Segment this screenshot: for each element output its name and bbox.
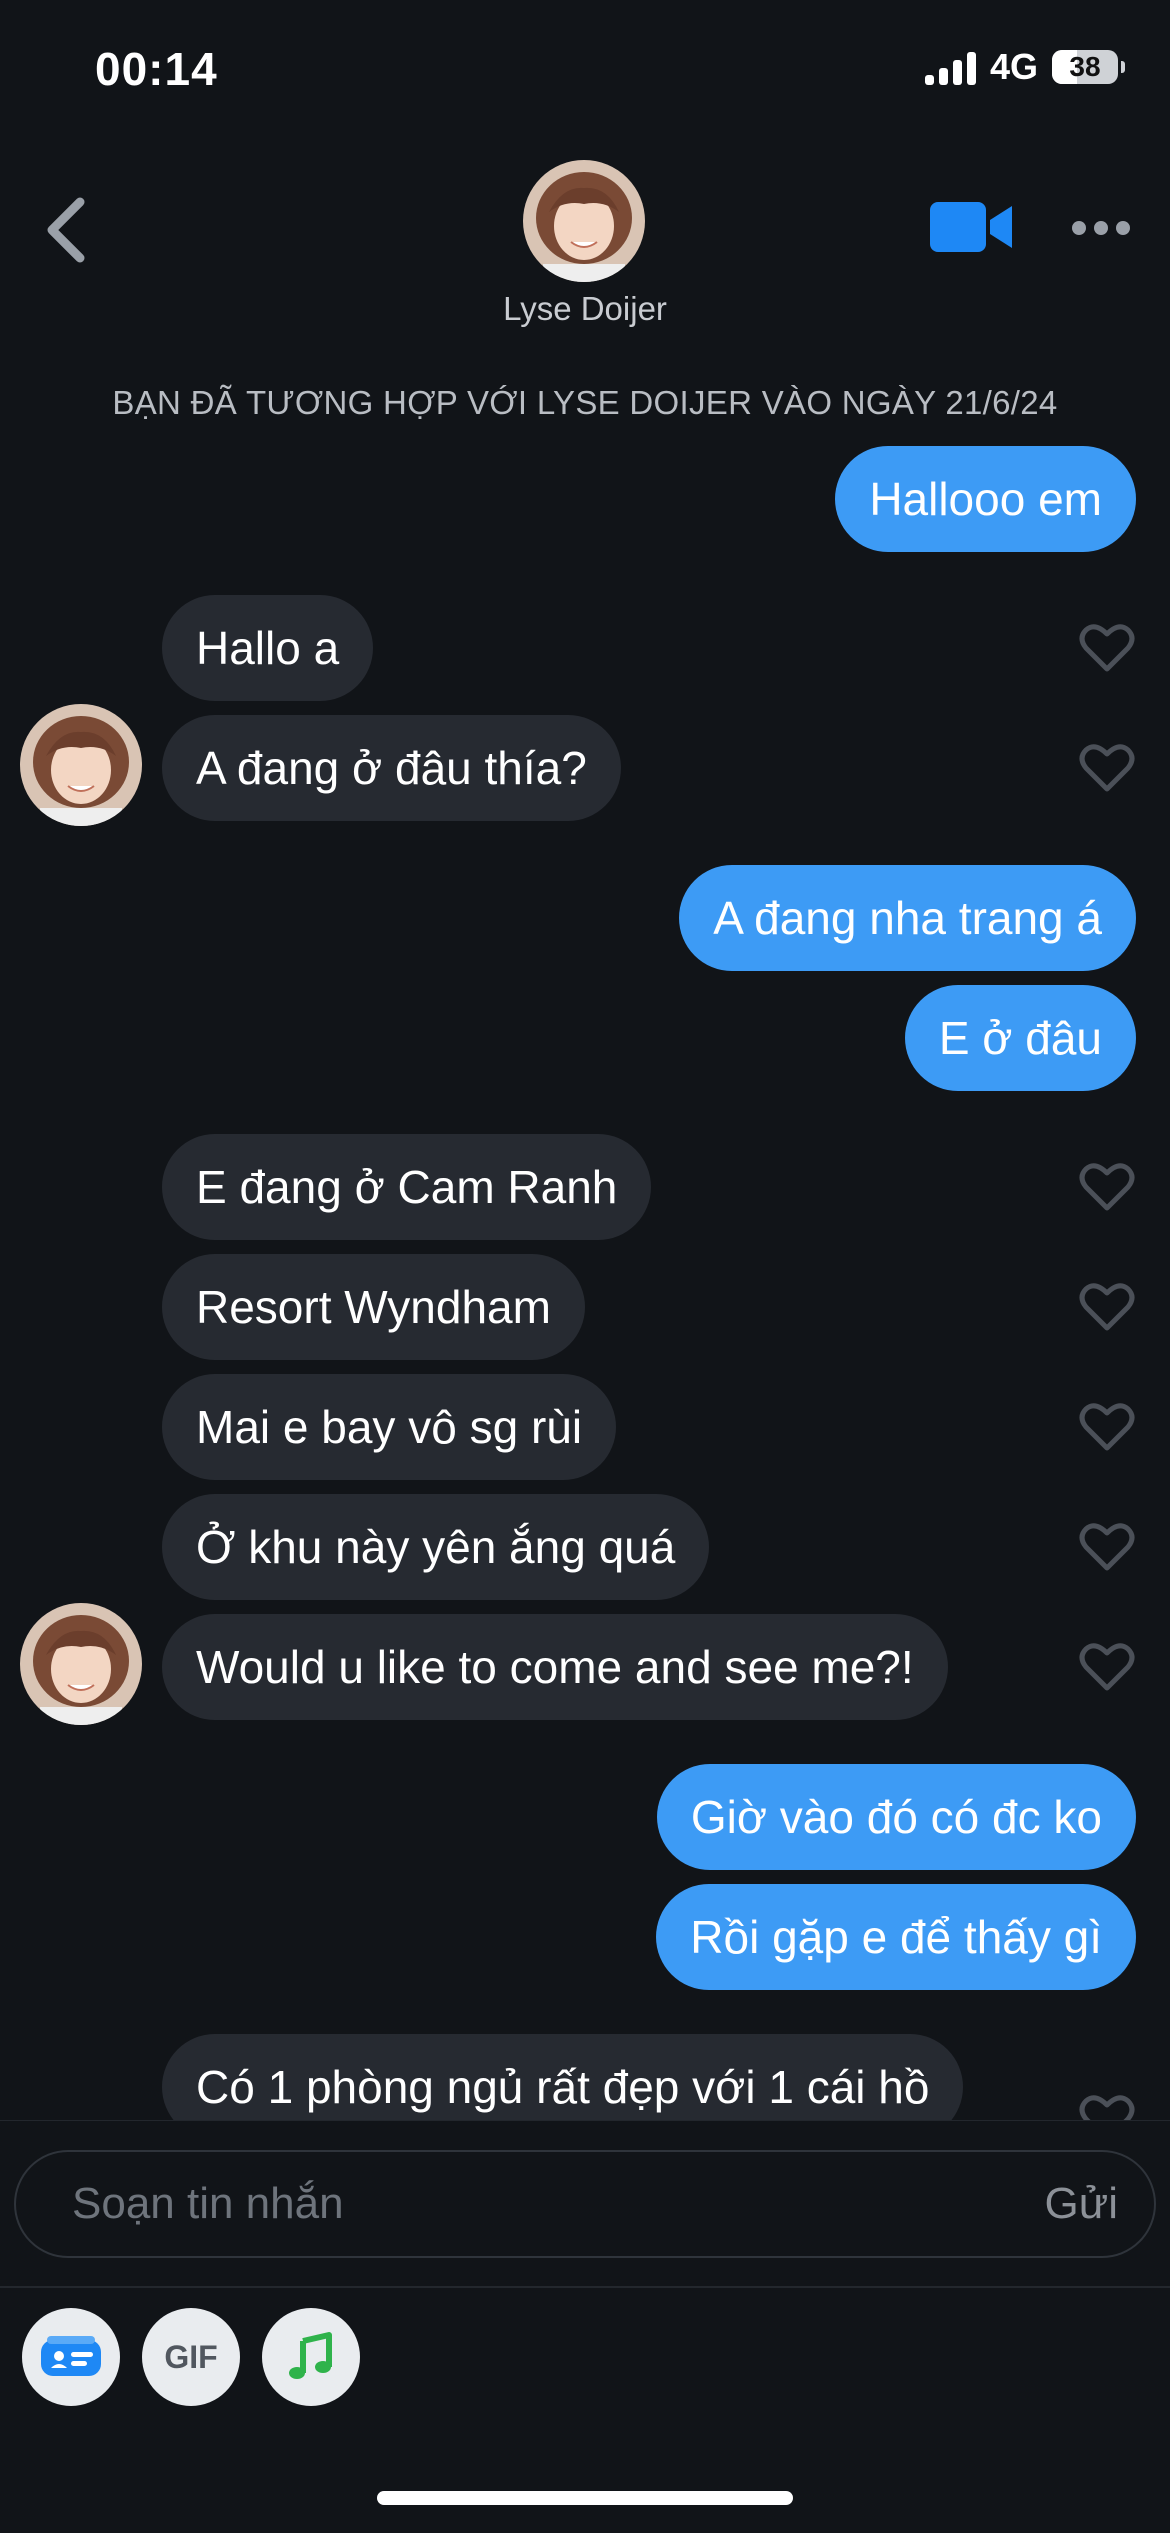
network-label: 4G: [989, 46, 1038, 87]
like-heart-icon[interactable]: [1078, 619, 1136, 677]
like-heart-icon[interactable]: [1078, 1518, 1136, 1576]
message-received[interactable]: A đang ở đâu thía?: [162, 715, 621, 821]
contact-name: Lyse Doijer: [503, 290, 667, 327]
home-indicator[interactable]: [377, 2491, 793, 2505]
message-sent[interactable]: Hallooo em: [835, 446, 1136, 552]
like-heart-icon[interactable]: [1078, 739, 1136, 797]
message-sent[interactable]: A đang nha trang á: [679, 865, 1136, 971]
gif-label: GIF: [164, 2338, 218, 2375]
more-icon[interactable]: [1072, 208, 1134, 248]
message-composer: Gửi: [14, 2150, 1156, 2258]
like-heart-icon[interactable]: [1078, 1638, 1136, 1696]
message-received[interactable]: Would u like to come and see me?!: [162, 1614, 948, 1720]
status-icons: 4G 38: [924, 46, 1125, 88]
music-icon[interactable]: [262, 2308, 360, 2406]
message-received[interactable]: Mai e bay vô sg rùi: [162, 1374, 617, 1480]
divider: [0, 2286, 1170, 2288]
match-note: BẠN ĐÃ TƯƠNG HỢP VỚI LYSE DOIJER VÀO NGÀ…: [112, 384, 1058, 421]
contact-card-icon[interactable]: [22, 2308, 120, 2406]
message-received[interactable]: E đang ở Cam Ranh: [162, 1134, 652, 1240]
message-sent[interactable]: Rồi gặp e để thấy gì: [656, 1884, 1136, 1990]
status-time: 00:14: [95, 43, 218, 95]
video-call-icon[interactable]: [928, 198, 1014, 256]
back-icon[interactable]: [40, 190, 100, 270]
message-input[interactable]: [72, 2152, 932, 2256]
message-sent[interactable]: E ở đâu: [904, 985, 1136, 1091]
send-button[interactable]: Gửi: [1045, 2152, 1118, 2256]
battery-level: 38: [1069, 51, 1101, 82]
like-heart-icon[interactable]: [1078, 1158, 1136, 1216]
like-heart-icon[interactable]: [1078, 1278, 1136, 1336]
avatar[interactable]: [20, 704, 142, 826]
message-sent[interactable]: Giờ vào đó có đc ko: [656, 1764, 1136, 1870]
like-heart-icon[interactable]: [1078, 1398, 1136, 1456]
avatar[interactable]: [523, 160, 645, 282]
message-received[interactable]: Ở khu này yên ắng quá: [162, 1494, 710, 1600]
message-received[interactable]: Resort Wyndham: [162, 1254, 585, 1360]
signal-icon: [924, 49, 976, 85]
battery-icon: 38: [1052, 50, 1125, 84]
gif-icon[interactable]: GIF: [142, 2308, 240, 2406]
message-received[interactable]: Hallo a: [162, 595, 374, 701]
avatar[interactable]: [20, 1603, 142, 1725]
